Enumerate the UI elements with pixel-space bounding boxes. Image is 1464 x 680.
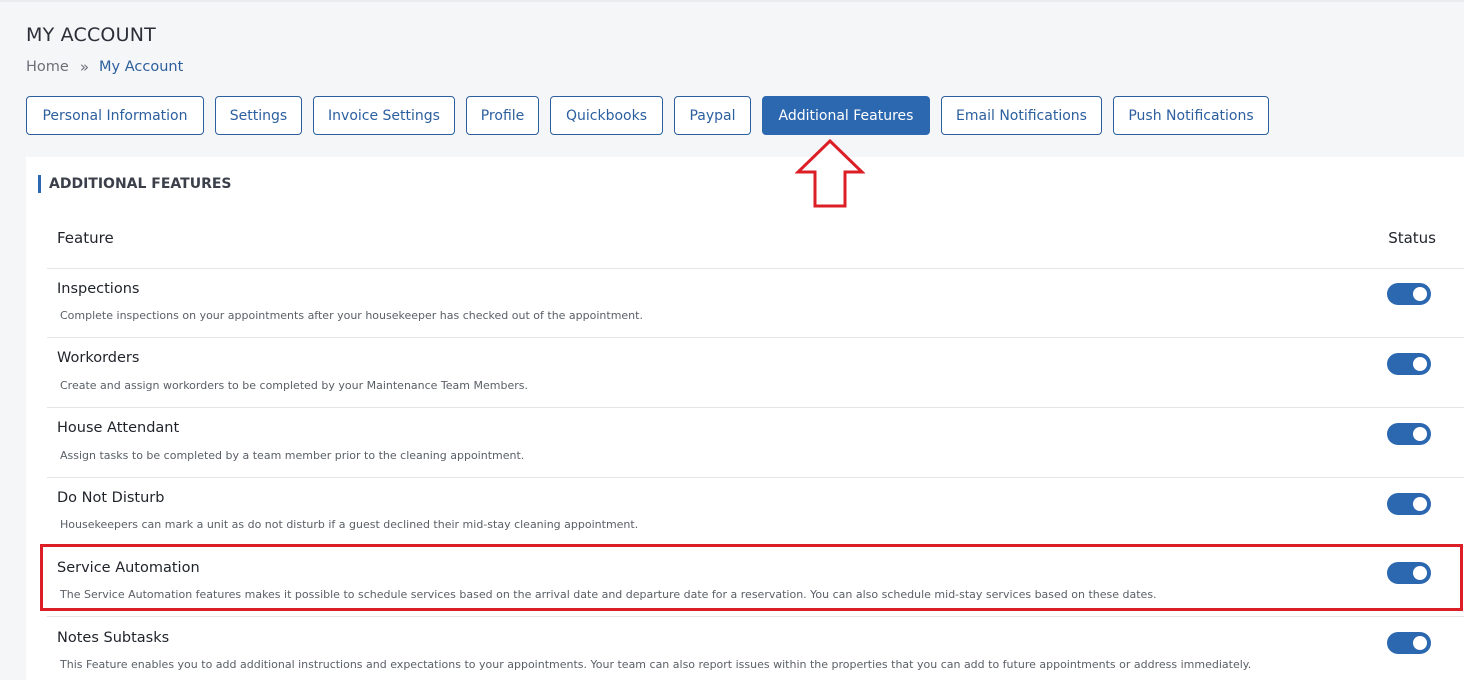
breadcrumb-home-link[interactable]: Home [26, 59, 69, 75]
feature-title-house-attendant: House Attendant [57, 420, 180, 436]
feature-description-workorders: Create and assign workorders to be compl… [60, 379, 528, 392]
breadcrumb-separator: » [79, 58, 90, 76]
feature-title-inspections: Inspections [57, 281, 140, 297]
tab-email-notifications[interactable]: Email Notifications [941, 96, 1102, 135]
feature-title-notes-subtasks: Notes Subtasks [57, 630, 170, 646]
toggle-knob [1413, 636, 1427, 650]
tab-additional-features[interactable]: Additional Features [762, 96, 930, 135]
tab-settings[interactable]: Settings [215, 96, 302, 135]
feature-description-house-attendant: Assign tasks to be completed by a team m… [60, 449, 525, 462]
header-divider [47, 268, 1464, 269]
feature-description-do-not-disturb: Housekeepers can mark a unit as do not d… [60, 518, 639, 531]
toggle-knob [1413, 497, 1427, 511]
row-divider [47, 616, 1464, 617]
row-divider [47, 337, 1464, 338]
feature-title-workorders: Workorders [57, 350, 140, 366]
feature-description-inspections: Complete inspections on your appointment… [60, 309, 643, 322]
row-divider [47, 477, 1464, 478]
breadcrumb: Home » My Account [26, 58, 183, 76]
inspections-status-toggle[interactable] [1387, 283, 1431, 305]
status-column-header: Status [1388, 229, 1436, 247]
do-not-disturb-status-toggle[interactable] [1387, 493, 1431, 515]
feature-description-notes-subtasks: This Feature enables you to add addition… [60, 658, 1252, 671]
section-title: ADDITIONAL FEATURES [38, 175, 232, 193]
tab-push-notifications[interactable]: Push Notifications [1113, 96, 1269, 135]
tab-personal-information[interactable]: Personal Information [26, 96, 204, 135]
toggle-knob [1413, 357, 1427, 371]
service-automation-highlight-box [40, 544, 1463, 611]
toggle-knob [1413, 287, 1427, 301]
tab-profile[interactable]: Profile [466, 96, 539, 135]
toggle-knob [1413, 427, 1427, 441]
feature-title-do-not-disturb: Do Not Disturb [57, 490, 165, 506]
house-attendant-status-toggle[interactable] [1387, 423, 1431, 445]
top-border [0, 0, 1464, 2]
up-arrow-annotation-icon [795, 138, 865, 208]
tab-quickbooks[interactable]: Quickbooks [550, 96, 663, 135]
tab-paypal[interactable]: Paypal [674, 96, 751, 135]
row-divider [47, 407, 1464, 408]
account-tabs: Personal Information Settings Invoice Se… [26, 96, 1280, 135]
workorders-status-toggle[interactable] [1387, 353, 1431, 375]
notes-subtasks-status-toggle[interactable] [1387, 632, 1431, 654]
page-title: MY ACCOUNT [26, 24, 156, 46]
breadcrumb-current[interactable]: My Account [99, 59, 183, 75]
feature-column-header: Feature [57, 229, 114, 247]
tab-invoice-settings[interactable]: Invoice Settings [313, 96, 455, 135]
